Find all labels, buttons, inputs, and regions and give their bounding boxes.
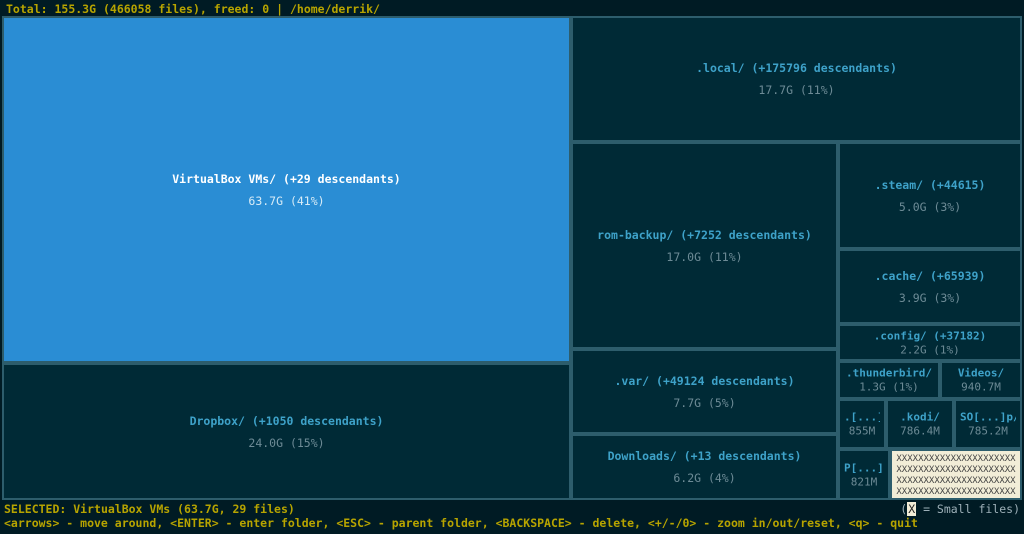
- block-misc-dot[interactable]: .[...]/ 855M: [838, 399, 886, 449]
- block-size: 786.4M: [892, 425, 948, 438]
- block-size: 2.2G (1%): [844, 343, 1016, 356]
- block-size: 855M: [844, 425, 880, 438]
- selected-label: SELECTED:: [4, 502, 66, 516]
- freed-value: 0: [262, 2, 269, 16]
- help-text: <arrows> - move around, <ENTER> - enter …: [4, 516, 918, 530]
- freed-label: freed:: [214, 2, 256, 16]
- block-size: 17.7G (11%): [577, 83, 1016, 97]
- block-local[interactable]: .local/ (+175796 descendants) 17.7G (11%…: [571, 16, 1022, 142]
- block-kodi[interactable]: .kodi/ 786.4M: [886, 399, 954, 449]
- block-title: Videos/: [946, 367, 1016, 380]
- block-size: 3.9G (3%): [844, 291, 1016, 305]
- block-size: 940.7M: [946, 381, 1016, 394]
- file-count: (466058 files): [103, 2, 200, 16]
- block-steam[interactable]: .steam/ (+44615) 5.0G (3%): [838, 142, 1022, 249]
- block-size: 63.7G (41%): [8, 194, 565, 208]
- block-size: 7.7G (5%): [577, 396, 832, 410]
- treemap: VirtualBox VMs/ (+29 descendants) 63.7G …: [2, 16, 1022, 500]
- block-size: 24.0G (15%): [8, 436, 565, 450]
- block-var[interactable]: .var/ (+49124 descendants) 7.7G (5%): [571, 349, 838, 434]
- block-title: .kodi/: [892, 411, 948, 424]
- block-title: .cache/ (+65939): [844, 269, 1016, 283]
- block-size: 6.2G (4%): [577, 471, 832, 485]
- block-thunderbird[interactable]: .thunderbird/ 1.3G (1%): [838, 361, 940, 399]
- block-title: VirtualBox VMs/ (+29 descendants): [8, 172, 565, 186]
- small-files-legend: (X = Small files): [900, 502, 1020, 516]
- block-virtualbox-vms[interactable]: VirtualBox VMs/ (+29 descendants) 63.7G …: [2, 16, 571, 363]
- block-so[interactable]: SO[...]p/ 785.2M: [954, 399, 1022, 449]
- block-title: rom-backup/ (+7252 descendants): [577, 228, 832, 242]
- block-title: .thunderbird/: [844, 367, 934, 380]
- block-title: .config/ (+37182): [844, 329, 1016, 342]
- block-videos[interactable]: Videos/ 940.7M: [940, 361, 1022, 399]
- block-title: Downloads/ (+13 descendants): [577, 449, 832, 463]
- legend-text: = Small files): [923, 502, 1020, 516]
- block-small-files[interactable]: XXXXXXXXXXXXXXXXXXXXXXXXXXXXXXXXXXXXXXXX…: [890, 449, 1022, 500]
- block-cache[interactable]: .cache/ (+65939) 3.9G (3%): [838, 249, 1022, 324]
- block-title: .var/ (+49124 descendants): [577, 374, 832, 388]
- block-size: 17.0G (11%): [577, 250, 832, 264]
- block-title: .steam/ (+44615): [844, 178, 1016, 192]
- block-title: P[...]/: [844, 461, 884, 474]
- block-size: 5.0G (3%): [844, 200, 1016, 214]
- block-title: SO[...]p/: [960, 411, 1016, 424]
- block-title: Dropbox/ (+1050 descendants): [8, 414, 565, 428]
- block-config[interactable]: .config/ (+37182) 2.2G (1%): [838, 324, 1022, 361]
- total-size: 155.3G: [54, 2, 96, 16]
- block-title: .[...]/: [844, 411, 880, 424]
- block-downloads[interactable]: Downloads/ (+13 descendants) 6.2G (4%): [571, 434, 838, 500]
- status-header: Total: 155.3G (466058 files), freed: 0 |…: [0, 0, 1024, 16]
- block-size: 1.3G (1%): [844, 381, 934, 394]
- current-path: /home/derrik/: [290, 2, 380, 16]
- selected-value: VirtualBox VMs (63.7G, 29 files): [73, 502, 295, 516]
- footer: (X = Small files) SELECTED: VirtualBox V…: [0, 502, 1024, 532]
- block-size: 785.2M: [960, 425, 1016, 438]
- block-p[interactable]: P[...]/ 821M: [838, 449, 890, 500]
- block-title: .local/ (+175796 descendants): [577, 61, 1016, 75]
- block-dropbox[interactable]: Dropbox/ (+1050 descendants) 24.0G (15%): [2, 363, 571, 500]
- legend-box-icon: X: [907, 502, 916, 516]
- block-rom-backup[interactable]: rom-backup/ (+7252 descendants) 17.0G (1…: [571, 142, 838, 349]
- block-size: 821M: [844, 475, 884, 488]
- total-label: Total:: [6, 2, 48, 16]
